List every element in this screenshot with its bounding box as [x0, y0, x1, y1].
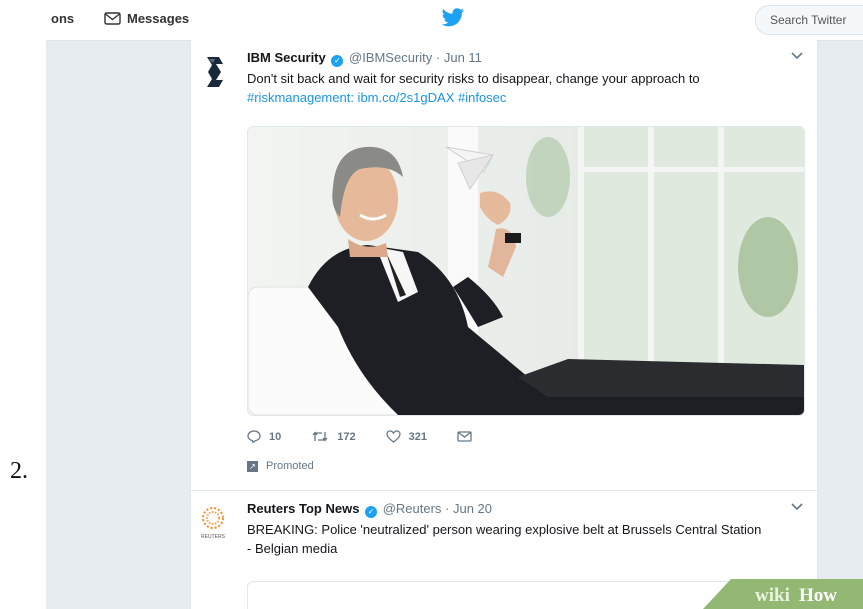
search-placeholder: Search Twitter: [770, 13, 847, 27]
tweet-links[interactable]: #riskmanagement: ibm.co/2s1gDAX #infosec: [247, 88, 807, 107]
author-handle[interactable]: @Reuters: [383, 501, 442, 516]
tweet-header: Reuters Top News ✓ @Reuters · Jun 20: [247, 501, 492, 518]
tweet-date[interactable]: · Jun 20: [445, 501, 492, 516]
tweet-date[interactable]: · Jun 11: [436, 50, 482, 65]
twitter-screen: ons Messages Search Twitter IBM Security…: [46, 0, 863, 609]
tweet-actions: 10 172 321: [247, 430, 502, 443]
timeline: IBM Security ✓ @IBMSecurity · Jun 11 Don…: [190, 40, 818, 609]
businessman-paper-plane-illustration: [248, 127, 804, 415]
tweet-body: Don't sit back and wait for security ris…: [247, 71, 700, 86]
heart-icon: [385, 430, 401, 443]
tweet-text: BREAKING: Police 'neutralized' person we…: [247, 522, 762, 556]
nav-notifications-label[interactable]: ons: [51, 11, 74, 26]
author-name[interactable]: IBM Security: [247, 50, 326, 65]
retweet-icon: [312, 431, 328, 442]
like-count: 321: [408, 430, 427, 443]
promoted-label: Promoted: [266, 460, 314, 472]
wikihow-watermark: wiki How: [703, 579, 863, 609]
top-navbar: ons Messages Search Twitter: [46, 0, 863, 41]
nav-messages-label: Messages: [127, 11, 190, 26]
reply-icon: [247, 430, 261, 443]
direct-message-button[interactable]: [457, 431, 472, 442]
chevron-down-icon[interactable]: [791, 52, 803, 60]
nav-messages[interactable]: Messages: [104, 11, 189, 26]
promoted-icon: ↗: [247, 460, 258, 472]
envelope-icon: [457, 431, 472, 442]
reply-count: 10: [269, 430, 282, 443]
promoted-indicator: ↗ Promoted: [247, 460, 314, 472]
tweet-media-image[interactable]: [247, 126, 805, 416]
retweet-button[interactable]: 172: [311, 430, 356, 443]
verified-badge-icon: ✓: [331, 55, 344, 67]
retweet-count: 172: [337, 430, 356, 443]
verified-badge-icon: ✓: [365, 506, 378, 518]
reply-button[interactable]: 10: [247, 430, 281, 443]
like-button[interactable]: 321: [385, 430, 427, 443]
watermark-wiki: wiki: [755, 585, 790, 606]
author-handle[interactable]: @IBMSecurity: [349, 50, 432, 65]
tweet-ibm[interactable]: IBM Security ✓ @IBMSecurity · Jun 11 Don…: [191, 40, 817, 491]
envelope-icon: [104, 12, 121, 25]
tweet-text: Don't sit back and wait for security ris…: [247, 69, 807, 107]
reuters-logo-caption: REUTERS: [201, 534, 226, 540]
twitter-bird-icon[interactable]: [441, 8, 465, 28]
tweet-header: IBM Security ✓ @IBMSecurity · Jun 11: [247, 50, 482, 67]
ibm-security-avatar[interactable]: [199, 54, 229, 90]
chevron-down-icon[interactable]: [791, 503, 803, 511]
watermark-how: How: [799, 585, 837, 606]
reuters-avatar[interactable]: REUTERS: [191, 505, 235, 545]
step-number: 2.: [10, 458, 28, 484]
search-input[interactable]: Search Twitter: [755, 5, 863, 35]
author-name[interactable]: Reuters Top News: [247, 501, 359, 516]
